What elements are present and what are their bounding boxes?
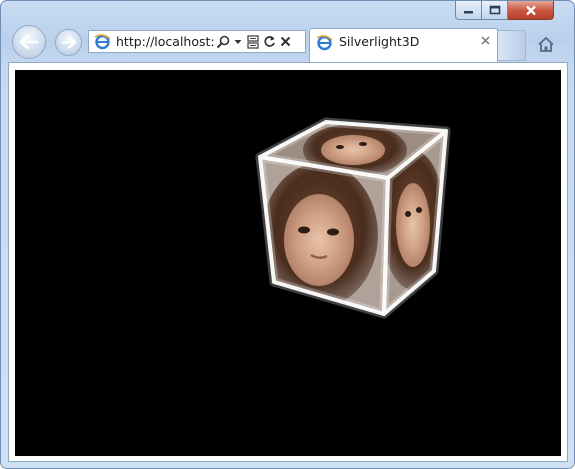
back-button[interactable] (12, 25, 46, 59)
minimize-button[interactable] (455, 1, 482, 20)
home-button[interactable] (534, 32, 558, 56)
browser-window: http://localhost: Silverlight3D (0, 0, 575, 469)
search-button[interactable] (214, 31, 232, 52)
close-icon (525, 5, 536, 15)
refresh-icon (263, 36, 275, 47)
maximize-button[interactable] (482, 1, 508, 20)
close-tab-icon (481, 36, 490, 45)
refresh-button[interactable] (261, 31, 277, 52)
forward-button[interactable] (55, 29, 82, 56)
address-url: http://localhost: (116, 34, 214, 49)
dropdown-icon (234, 39, 242, 44)
back-arrow-icon (19, 34, 39, 50)
maximize-icon (489, 5, 500, 15)
stop-icon (280, 36, 290, 47)
home-icon (538, 36, 554, 52)
minimize-icon (464, 11, 473, 14)
new-tab-button[interactable] (498, 30, 526, 61)
address-dropdown-button[interactable] (232, 31, 244, 52)
tab-title: Silverlight3D (339, 34, 420, 49)
search-icon (216, 35, 230, 48)
window-controls (455, 1, 554, 21)
ie-page-icon (316, 34, 333, 55)
silverlight-canvas[interactable] (15, 70, 561, 456)
photo-cube (255, 117, 451, 319)
forward-arrow-icon (61, 36, 76, 49)
address-bar[interactable]: http://localhost: (88, 30, 306, 53)
close-button[interactable] (508, 1, 554, 20)
stop-button[interactable] (277, 31, 293, 52)
tab-silverlight3d[interactable]: Silverlight3D (309, 28, 498, 62)
ie-page-icon (92, 31, 112, 52)
close-tab-button[interactable] (481, 34, 490, 49)
compatibility-view-button[interactable] (244, 31, 261, 52)
compatibility-view-icon (246, 34, 259, 49)
